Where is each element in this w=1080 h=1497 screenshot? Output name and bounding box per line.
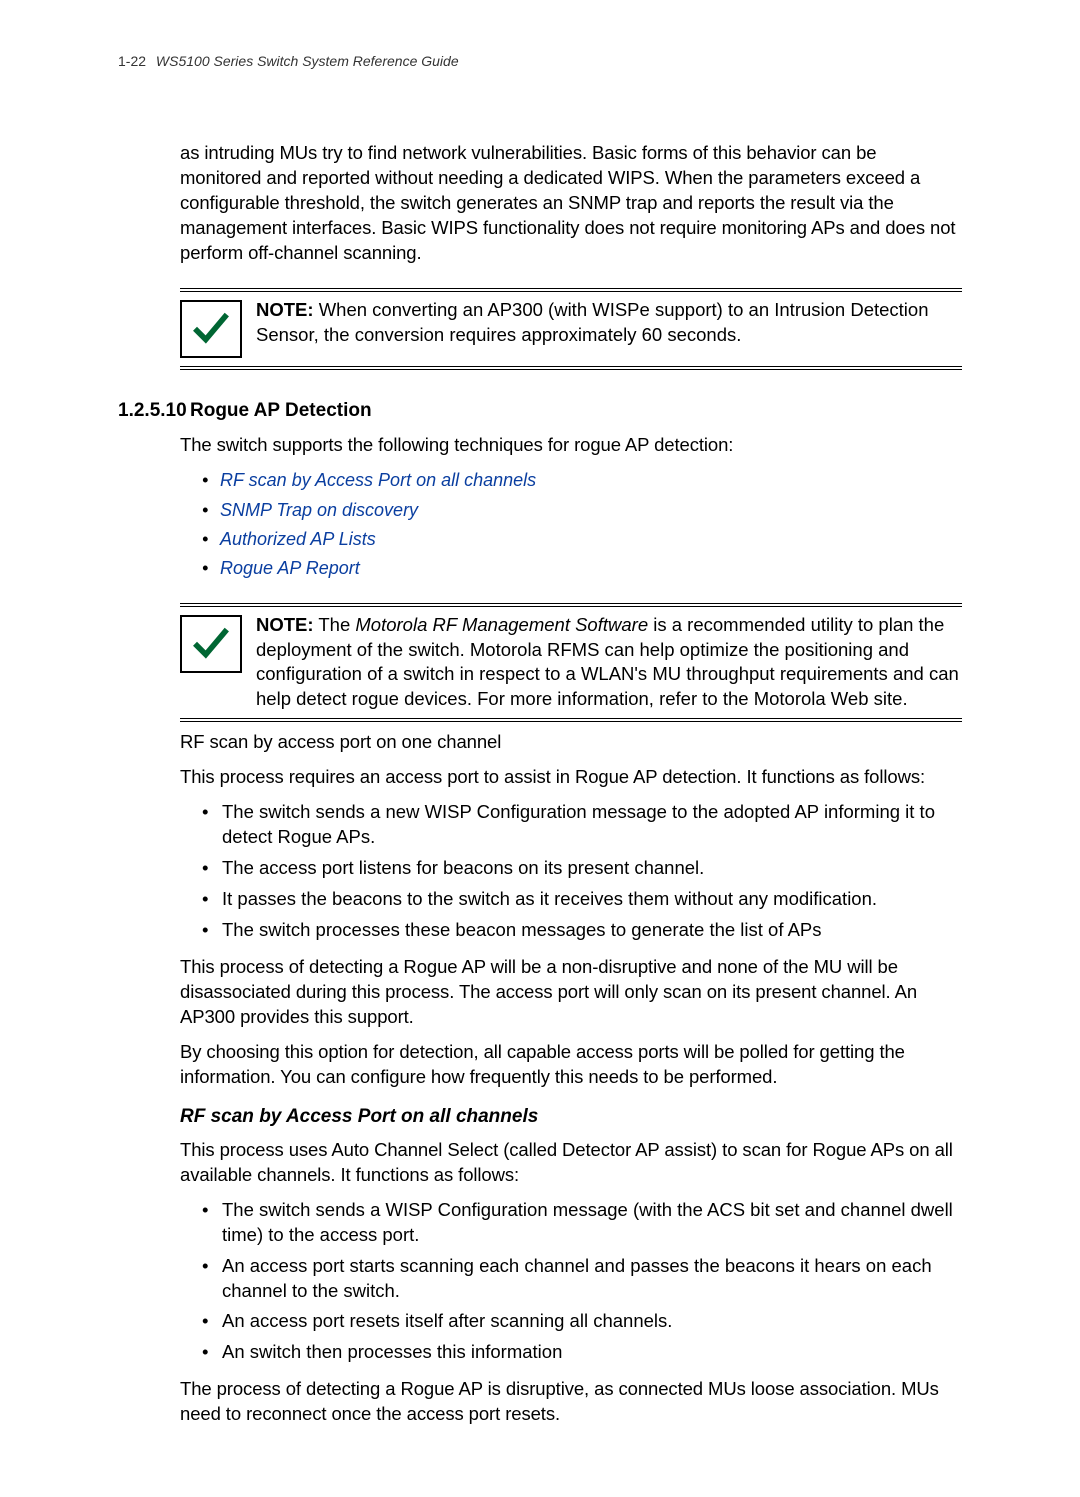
- rfscan-all-p1: This process uses Auto Channel Select (c…: [180, 1138, 962, 1188]
- list-item: The switch sends a WISP Configuration me…: [202, 1198, 962, 1248]
- note-body: When converting an AP300 (with WISPe sup…: [256, 299, 929, 345]
- link-item[interactable]: Rogue AP Report: [202, 556, 962, 580]
- note-1-text: NOTE: When converting an AP300 (with WIS…: [256, 298, 962, 348]
- section-body: The switch supports the following techni…: [180, 433, 962, 1427]
- note-box-2: NOTE: The Motorola RF Management Softwar…: [180, 603, 962, 723]
- list-item: An switch then processes this informatio…: [202, 1340, 962, 1365]
- note-label: NOTE:: [256, 614, 314, 635]
- page-number: 1-22: [118, 53, 146, 69]
- content: as intruding MUs try to find network vul…: [180, 141, 962, 370]
- list-item: The switch sends a new WISP Configuratio…: [202, 800, 962, 850]
- note-2-text: NOTE: The Motorola RF Management Softwar…: [256, 613, 962, 713]
- rfscan-all-heading: RF scan by Access Port on all channels: [180, 1104, 962, 1130]
- page-container: 1-22 WS5100 Series Switch System Referen…: [0, 0, 1080, 1497]
- note-prefix: The: [314, 614, 356, 635]
- doc-title: WS5100 Series Switch System Reference Gu…: [156, 53, 459, 69]
- link-list: RF scan by Access Port on all channels S…: [202, 468, 962, 580]
- checkmark-icon: [180, 615, 242, 673]
- list-item: The access port listens for beacons on i…: [202, 856, 962, 881]
- checkmark-icon: [180, 300, 242, 358]
- link-text: Authorized AP Lists: [220, 529, 376, 549]
- intro-paragraph: as intruding MUs try to find network vul…: [180, 141, 962, 266]
- section-intro: The switch supports the following techni…: [180, 433, 962, 458]
- rfscan-one-title: RF scan by access port on one channel: [180, 730, 962, 755]
- section-title: Rogue AP Detection: [190, 400, 372, 421]
- list-item: It passes the beacons to the switch as i…: [202, 887, 962, 912]
- list-item: An access port resets itself after scann…: [202, 1309, 962, 1334]
- list-item: An access port starts scanning each chan…: [202, 1254, 962, 1304]
- section-heading: 1.2.5.10Rogue AP Detection: [118, 398, 962, 424]
- list-item: The switch processes these beacon messag…: [202, 918, 962, 943]
- rfscan-one-p2: This process of detecting a Rogue AP wil…: [180, 955, 962, 1030]
- rfscan-one-p3: By choosing this option for detection, a…: [180, 1040, 962, 1090]
- link-item[interactable]: RF scan by Access Port on all channels: [202, 468, 962, 492]
- link-text: SNMP Trap on discovery: [220, 500, 418, 520]
- page-header: 1-22 WS5100 Series Switch System Referen…: [118, 52, 962, 71]
- link-text: RF scan by Access Port on all channels: [220, 470, 536, 490]
- rfscan-all-p2: The process of detecting a Rogue AP is d…: [180, 1377, 962, 1427]
- note-label: NOTE:: [256, 299, 314, 320]
- rfscan-all-bullets: The switch sends a WISP Configuration me…: [202, 1198, 962, 1366]
- section-number: 1.2.5.10: [118, 398, 190, 424]
- note-em: Motorola RF Management Software: [355, 614, 648, 635]
- link-item[interactable]: Authorized AP Lists: [202, 527, 962, 551]
- link-text: Rogue AP Report: [220, 558, 360, 578]
- rfscan-one-p1: This process requires an access port to …: [180, 765, 962, 790]
- note-box-1: NOTE: When converting an AP300 (with WIS…: [180, 288, 962, 370]
- link-item[interactable]: SNMP Trap on discovery: [202, 498, 962, 522]
- rfscan-one-bullets: The switch sends a new WISP Configuratio…: [202, 800, 962, 943]
